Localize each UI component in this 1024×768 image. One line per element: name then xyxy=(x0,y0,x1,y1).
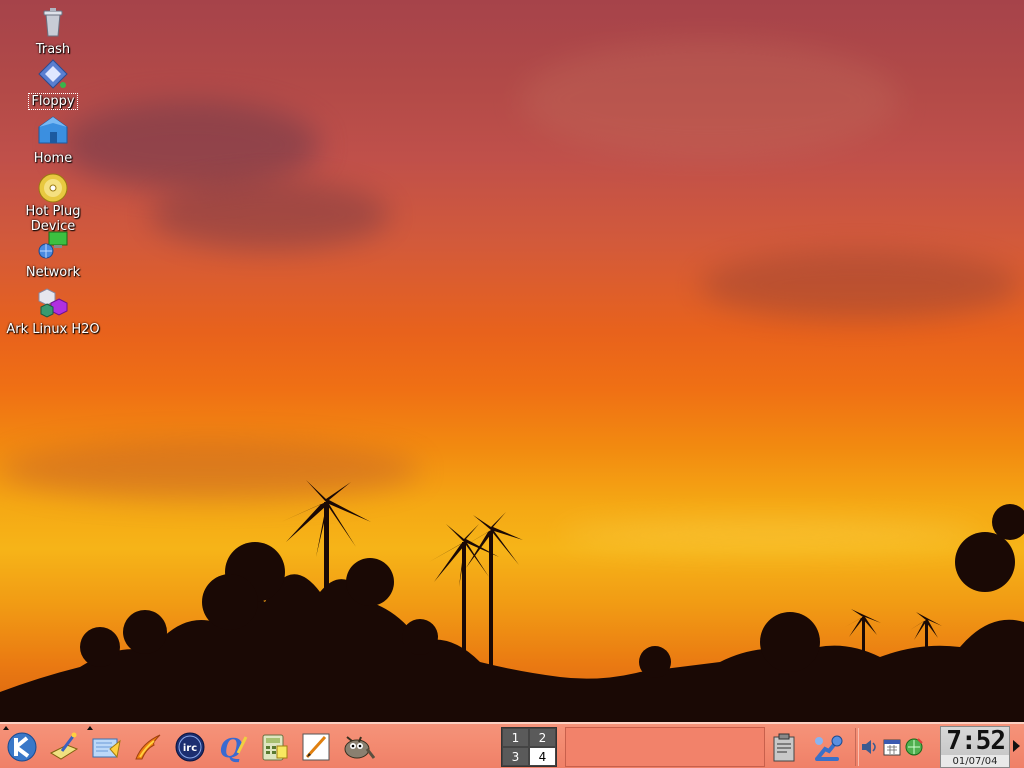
cdrom-icon xyxy=(38,173,68,203)
calendar-icon xyxy=(883,739,901,756)
floppy-icon xyxy=(38,59,68,89)
network-monitor-button[interactable] xyxy=(903,730,925,764)
pager-desktop-4[interactable]: 4 xyxy=(529,747,556,766)
klipper-icon xyxy=(773,733,795,762)
wallpaper-cloud xyxy=(150,180,390,250)
wallpaper-cloud xyxy=(520,40,900,160)
desktop-wallpaper: Trash Floppy Home Hot Plug Device Networ… xyxy=(0,0,1024,722)
desktop-icon-label: Network xyxy=(25,265,81,280)
firebird-browser-icon xyxy=(135,734,161,760)
calculator-icon xyxy=(262,734,288,761)
control-center-icon xyxy=(49,732,79,760)
clock-date: 01/07/04 xyxy=(952,756,998,767)
kmix-button[interactable] xyxy=(810,730,844,764)
file-manager-button[interactable] xyxy=(89,730,123,764)
desktop-icon-label: Ark Linux H2O xyxy=(6,322,100,337)
firebird-browser-button[interactable] xyxy=(131,730,165,764)
calculator-button[interactable] xyxy=(257,730,291,764)
k-menu-icon xyxy=(7,732,37,762)
panel-scroll-right-icon[interactable] xyxy=(1013,740,1020,752)
clock-time: 7:52 xyxy=(941,727,1009,755)
pager-desktop-2[interactable]: 2 xyxy=(529,728,556,747)
kopete-icon: Q xyxy=(220,734,248,763)
volume-icon xyxy=(862,740,876,754)
pager-desktop-1[interactable]: 1 xyxy=(502,728,529,747)
taskbar: irc Q 1 2 3 4 7:52 01/07/04 xyxy=(0,722,1024,768)
trash-icon xyxy=(43,8,63,37)
desktop-icon-label: Trash xyxy=(35,42,71,57)
k-menu-button[interactable] xyxy=(5,730,39,764)
network-icon xyxy=(38,231,68,259)
desktop-pager: 1 2 3 4 xyxy=(501,727,557,767)
window-list[interactable] xyxy=(565,727,765,767)
home-icon xyxy=(38,116,68,144)
svg-text:irc: irc xyxy=(183,743,197,754)
gimp-button[interactable] xyxy=(341,730,375,764)
desktop-icon-trash[interactable]: Trash xyxy=(1,6,105,57)
clock[interactable]: 7:52 01/07/04 xyxy=(940,726,1010,768)
irc-client-icon: irc xyxy=(175,732,205,762)
text-editor-icon xyxy=(302,733,330,761)
desktop-icon-label: Floppy xyxy=(28,93,78,110)
wallpaper-cloud xyxy=(700,250,1020,320)
calendar-button[interactable] xyxy=(881,730,903,764)
network-monitor-icon xyxy=(905,738,923,756)
desktop-icon-hot-plug-device[interactable]: Hot Plug Device xyxy=(1,172,105,234)
volume-button[interactable] xyxy=(859,730,881,764)
irc-client-button[interactable]: irc xyxy=(173,730,207,764)
file-manager-icon xyxy=(92,738,121,759)
desktop-icon-floppy[interactable]: Floppy xyxy=(1,58,105,110)
palm-tree-silhouette xyxy=(0,480,1024,722)
kmix-icon xyxy=(815,735,843,761)
kopete-button[interactable]: Q xyxy=(215,730,249,764)
klipper-button[interactable] xyxy=(768,730,802,764)
desktop-icon-home[interactable]: Home xyxy=(1,115,105,166)
ark-linux-icon xyxy=(38,288,68,318)
text-editor-button[interactable] xyxy=(299,730,333,764)
desktop-icon-network[interactable]: Network xyxy=(1,229,105,280)
desktop-icon-ark-linux-h2o[interactable]: Ark Linux H2O xyxy=(1,286,105,337)
pager-desktop-3[interactable]: 3 xyxy=(502,747,529,766)
control-center-button[interactable] xyxy=(47,730,81,764)
desktop-icon-label: Home xyxy=(33,151,73,166)
gimp-icon xyxy=(344,736,375,759)
